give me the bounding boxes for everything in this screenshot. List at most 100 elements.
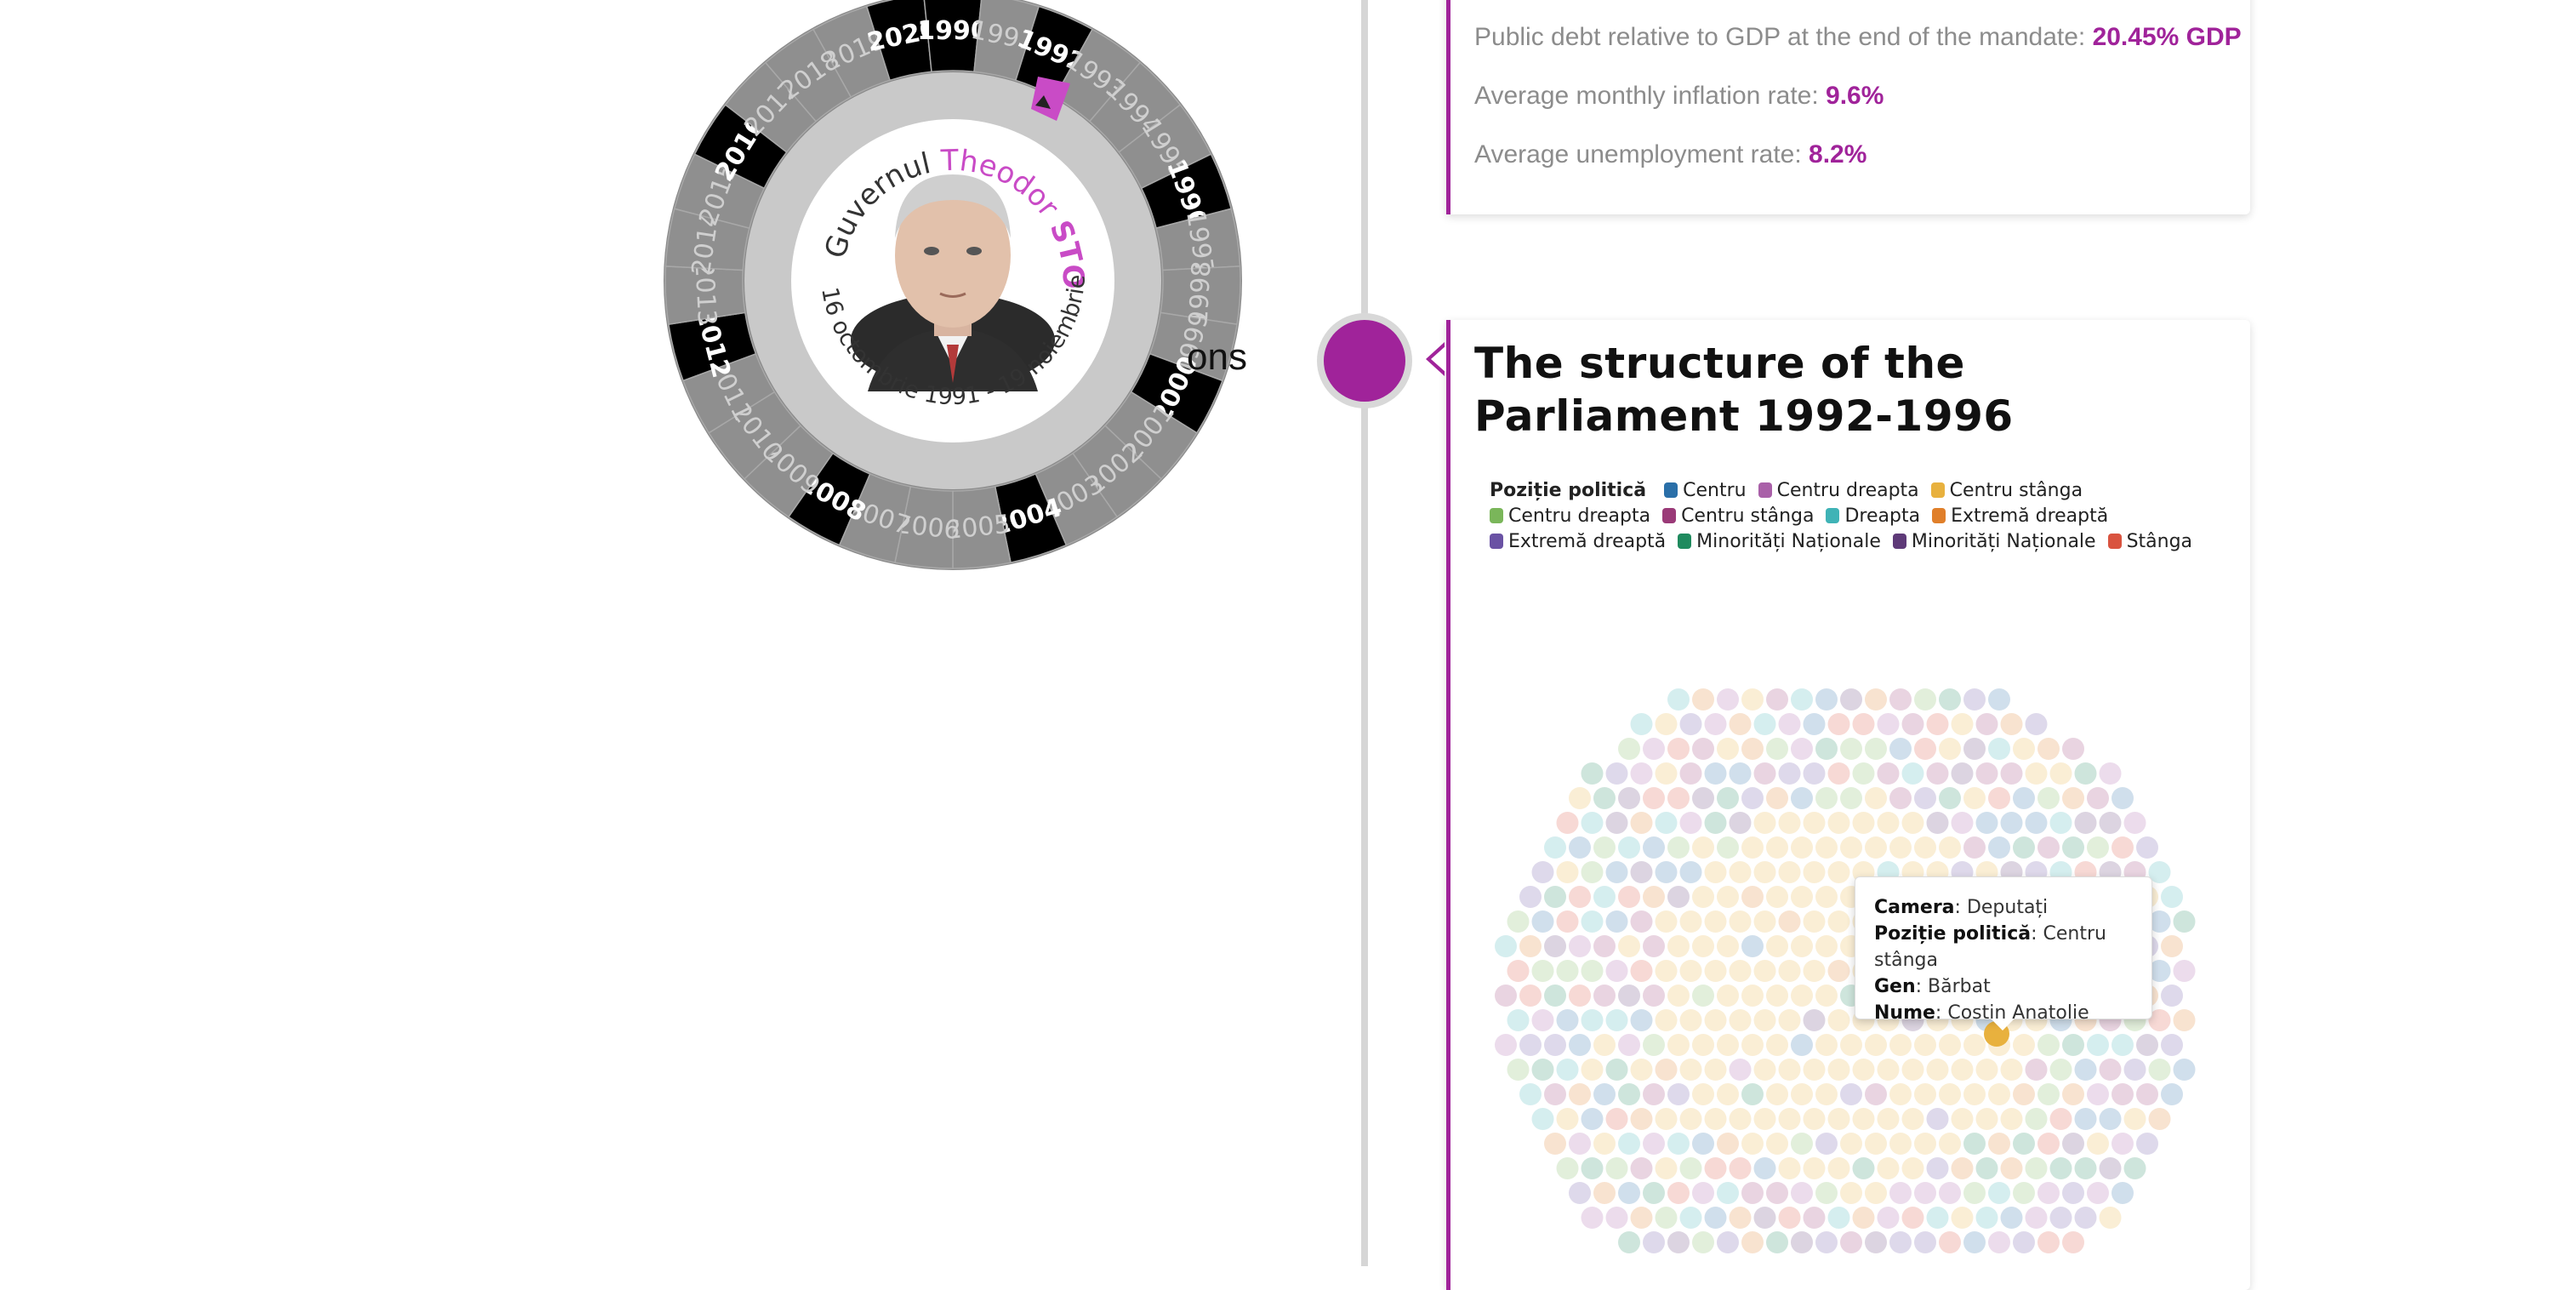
parliament-seat[interactable] (2000, 1157, 2023, 1179)
parliament-seat[interactable] (2049, 762, 2072, 785)
parliament-seat[interactable] (1556, 1009, 1579, 1031)
parliament-seat[interactable] (1581, 762, 1604, 785)
parliament-seat[interactable] (1827, 1009, 1850, 1031)
parliament-seat[interactable] (1753, 861, 1776, 883)
parliament-seat[interactable] (1667, 688, 1690, 711)
parliament-seat[interactable] (2123, 812, 2146, 834)
parliament-seat[interactable] (1692, 886, 1714, 908)
parliament-seat[interactable] (1939, 1133, 1961, 1155)
parliament-seat[interactable] (1655, 1059, 1678, 1081)
parliament-seat[interactable] (1729, 861, 1752, 883)
parliament-seat[interactable] (1963, 688, 1986, 711)
parliament-seat[interactable] (1865, 688, 1887, 711)
parliament-seat[interactable] (1729, 762, 1752, 785)
parliament-seat[interactable] (1741, 1083, 1764, 1105)
parliament-seat[interactable] (1852, 1207, 1875, 1229)
parliament-seat[interactable] (1593, 1083, 1616, 1105)
parliament-seat[interactable] (1753, 960, 1776, 982)
parliament-seat[interactable] (1692, 935, 1714, 957)
parliament-seat[interactable] (1791, 738, 1813, 760)
parliament-seat[interactable] (1704, 1059, 1727, 1081)
parliament-seat[interactable] (1556, 960, 1579, 982)
parliament-seat[interactable] (1766, 886, 1788, 908)
legend-item[interactable]: Extremă dreaptă (1932, 504, 2108, 529)
parliament-seat[interactable] (1975, 812, 1998, 834)
parliament-seat[interactable] (1605, 1108, 1628, 1130)
parliament-seat[interactable] (1951, 812, 1974, 834)
parliament-seat[interactable] (1766, 836, 1788, 859)
parliament-seat[interactable] (1531, 910, 1554, 933)
parliament-seat[interactable] (2025, 1157, 2048, 1179)
parliament-seat[interactable] (2013, 1182, 2035, 1204)
parliament-seat[interactable] (1827, 1207, 1850, 1229)
parliament-seat[interactable] (1581, 1207, 1604, 1229)
parliament-seat[interactable] (1815, 787, 1838, 809)
government-year-dial[interactable]: 2019202019901991199219931994199519961997… (664, 0, 1242, 570)
parliament-seat[interactable] (1655, 861, 1678, 883)
parliament-seat[interactable] (1717, 1083, 1739, 1105)
parliament-seat[interactable] (1840, 1133, 1862, 1155)
parliament-seat[interactable] (1877, 1207, 1900, 1229)
parliament-seat[interactable] (1778, 861, 1801, 883)
parliament-seat[interactable] (1605, 762, 1628, 785)
parliament-seat[interactable] (1865, 1133, 1887, 1155)
parliament-seat[interactable] (1852, 1108, 1875, 1130)
parliament-seat[interactable] (1729, 812, 1752, 834)
parliament-seat[interactable] (2148, 1108, 2171, 1130)
parliament-seat[interactable] (1803, 1207, 1826, 1229)
parliament-seat[interactable] (1741, 738, 1764, 760)
parliament-seat[interactable] (1655, 1108, 1678, 1130)
parliament-seat[interactable] (1630, 812, 1653, 834)
parliament-seat[interactable] (1643, 886, 1665, 908)
parliament-seat[interactable] (1581, 1157, 1604, 1179)
parliament-seat[interactable] (1939, 1083, 1961, 1105)
parliament-seat[interactable] (1618, 787, 1640, 809)
parliament-seat[interactable] (1667, 1083, 1690, 1105)
parliament-seat[interactable] (2037, 1083, 2060, 1105)
parliament-seat[interactable] (1951, 762, 1974, 785)
parliament-seat[interactable] (1827, 861, 1850, 883)
parliament-seat[interactable] (2161, 985, 2183, 1007)
parliament-seat[interactable] (1643, 985, 1665, 1007)
parliament-seat[interactable] (1975, 1059, 1998, 1081)
parliament-seat[interactable] (1729, 1059, 1752, 1081)
parliament-seat[interactable] (1791, 886, 1813, 908)
legend-item[interactable]: Centru stânga (1930, 478, 2083, 504)
parliament-seat[interactable] (1618, 935, 1640, 957)
parliament-seat[interactable] (1581, 1108, 1604, 1130)
parliament-seat[interactable] (2074, 1059, 2097, 1081)
parliament-seat[interactable] (1803, 1157, 1826, 1179)
parliament-seat[interactable] (1544, 1083, 1566, 1105)
parliament-seat[interactable] (1914, 787, 1936, 809)
parliament-seat[interactable] (2013, 787, 2035, 809)
parliament-seat[interactable] (2173, 1009, 2196, 1031)
parliament-seat[interactable] (1605, 1207, 1628, 1229)
parliament-seat[interactable] (1692, 1182, 1714, 1204)
parliament-seat[interactable] (1815, 886, 1838, 908)
parliament-seat[interactable] (1815, 1231, 1838, 1253)
parliament-seat[interactable] (1914, 1231, 1936, 1253)
legend-item[interactable]: Dreapta (1826, 504, 1920, 529)
parliament-seat[interactable] (1827, 812, 1850, 834)
parliament-seat[interactable] (1507, 1059, 1530, 1081)
parliament-seat[interactable] (1605, 861, 1628, 883)
parliament-seat[interactable] (1519, 886, 1542, 908)
parliament-seat[interactable] (1914, 836, 1936, 859)
parliament-seat[interactable] (2173, 910, 2196, 933)
parliament-seat[interactable] (1988, 1083, 2010, 1105)
parliament-seat[interactable] (1679, 1108, 1702, 1130)
parliament-seat[interactable] (1741, 1182, 1764, 1204)
timeline-dot[interactable] (1324, 320, 1405, 402)
parliament-seat[interactable] (1741, 836, 1764, 859)
parliament-seat[interactable] (1519, 1083, 1542, 1105)
parliament-seat[interactable] (1901, 1207, 1924, 1229)
parliament-seat[interactable] (2049, 812, 2072, 834)
parliament-seat[interactable] (1963, 1133, 1986, 1155)
parliament-seat[interactable] (1753, 910, 1776, 933)
parliament-seat[interactable] (1753, 1157, 1776, 1179)
parliament-seat[interactable] (1692, 1034, 1714, 1056)
parliament-seat[interactable] (1667, 1231, 1690, 1253)
parliament-seat[interactable] (1778, 1207, 1801, 1229)
parliament-seat[interactable] (1766, 1083, 1788, 1105)
parliament-seat[interactable] (1939, 1182, 1961, 1204)
